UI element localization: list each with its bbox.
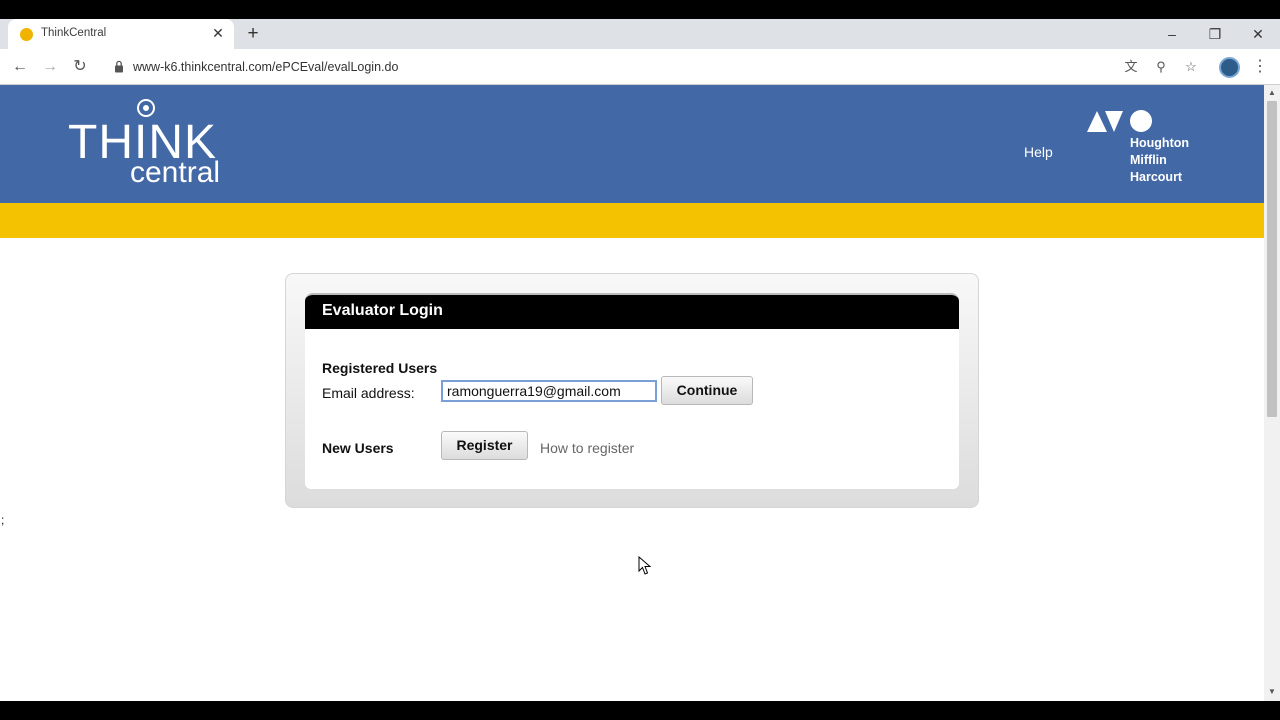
login-title: Evaluator Login [322, 302, 443, 319]
stray-text: ; [1, 513, 5, 527]
how-to-register-link[interactable]: How to register [540, 440, 634, 456]
forward-icon[interactable]: → [39, 56, 61, 78]
translate-icon[interactable]: 文 [1123, 59, 1139, 75]
logo-target-icon [137, 99, 155, 117]
login-panel-body: Registered Users Email address: Continue… [305, 329, 959, 489]
mouse-cursor-icon [638, 556, 652, 575]
new-users-label: New Users [322, 440, 394, 456]
bookmark-star-icon[interactable]: ☆ [1183, 59, 1199, 75]
tab-title: ThinkCentral [41, 27, 107, 39]
login-panel-header: Evaluator Login [305, 293, 959, 329]
vertical-scrollbar[interactable]: ▲ ▼ [1264, 85, 1280, 701]
minimize-icon[interactable]: – [1159, 21, 1185, 47]
site-header: THINK central Help Houghton Mifflin Harc… [0, 85, 1264, 203]
profile-avatar[interactable] [1219, 57, 1240, 78]
page-viewport: THINK central Help Houghton Mifflin Harc… [0, 85, 1280, 701]
browser-menu-icon[interactable]: ⋮ [1252, 56, 1268, 78]
scroll-up-icon[interactable]: ▲ [1264, 87, 1280, 99]
scroll-thumb[interactable] [1267, 101, 1277, 417]
publisher-name: Houghton Mifflin Harcourt [1130, 135, 1189, 186]
url-text: www-k6.thinkcentral.com/ePCEval/evalLogi… [133, 60, 399, 74]
restore-icon[interactable]: ❐ [1202, 21, 1228, 47]
accent-bar [0, 203, 1264, 238]
registered-users-label: Registered Users [322, 360, 438, 376]
lock-icon [115, 60, 123, 73]
browser-toolbar: ← → ↻ www-k6.thinkcentral.com/ePCEval/ev… [0, 49, 1280, 85]
zoom-icon[interactable]: ⚲ [1153, 59, 1169, 75]
publisher-line: Houghton [1130, 136, 1190, 150]
thinkcentral-favicon-icon [20, 28, 33, 41]
continue-button[interactable]: Continue [661, 376, 753, 405]
publisher-line: Harcourt [1130, 170, 1183, 184]
screen: ThinkCentral ✕ + – ❐ ✕ ← → ↻ www-k6.thin… [0, 0, 1280, 720]
email-label: Email address: [322, 385, 415, 401]
help-link[interactable]: Help [1024, 144, 1053, 160]
hmh-logo-icon [1087, 110, 1152, 132]
tab-strip: ThinkCentral ✕ + – ❐ ✕ [0, 19, 1280, 49]
login-panel: Evaluator Login Registered Users Email a… [285, 273, 979, 508]
browser-tab[interactable]: ThinkCentral ✕ [8, 19, 234, 49]
close-window-icon[interactable]: ✕ [1245, 21, 1271, 47]
close-tab-icon[interactable]: ✕ [209, 24, 227, 42]
new-tab-icon[interactable]: + [244, 23, 262, 45]
address-bar[interactable]: www-k6.thinkcentral.com/ePCEval/evalLogi… [104, 54, 1209, 80]
back-icon[interactable]: ← [9, 56, 31, 78]
email-field[interactable] [441, 380, 657, 402]
publisher-line: Mifflin [1130, 153, 1167, 167]
register-button[interactable]: Register [441, 431, 528, 460]
scroll-down-icon[interactable]: ▼ [1264, 686, 1280, 698]
logo-central-text: central [130, 156, 221, 189]
reload-icon[interactable]: ↻ [69, 56, 91, 78]
